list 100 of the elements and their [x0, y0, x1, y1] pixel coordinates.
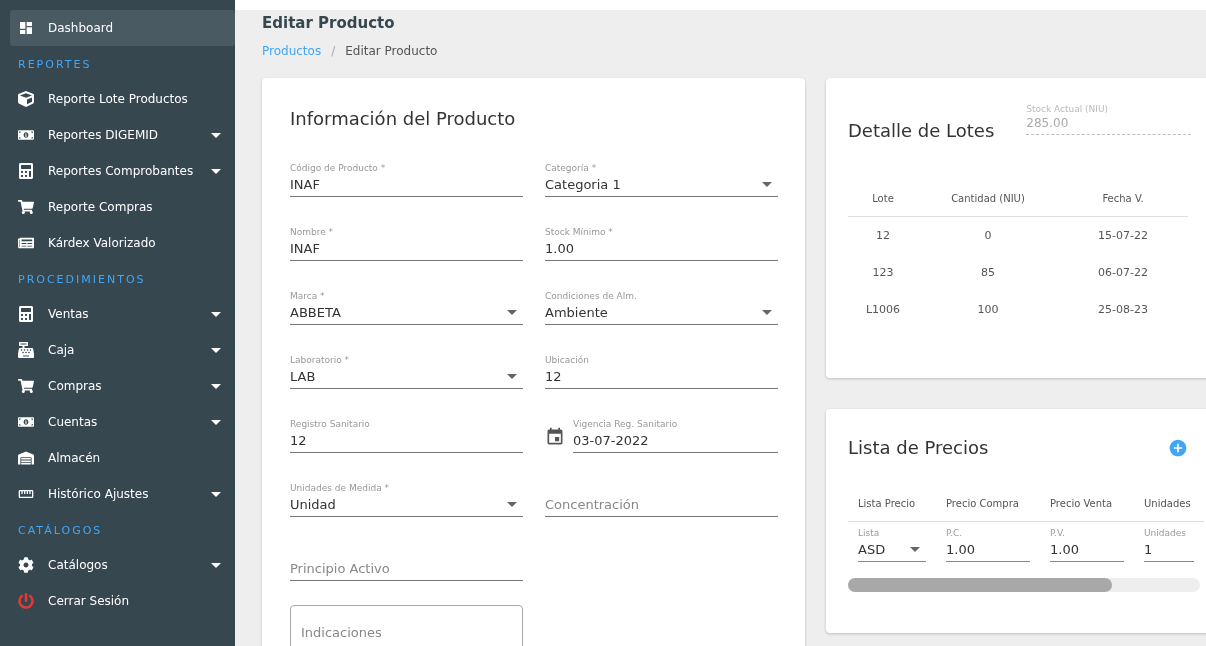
field-value: 1.00	[1050, 542, 1080, 557]
table-cell-text: 123	[871, 265, 895, 281]
caret-icon	[211, 347, 221, 353]
calculator-icon	[18, 163, 34, 179]
sidebar-item[interactable]: Histórico Ajustes	[10, 476, 235, 512]
text-area[interactable]: Indicaciones	[290, 605, 523, 646]
power-icon	[18, 593, 34, 609]
field-value: Ambiente	[545, 305, 609, 320]
sidebar-item[interactable]: Dashboard	[10, 10, 235, 46]
input-field[interactable]: P.V. 1.00	[1050, 528, 1124, 562]
column-header: Lote	[848, 181, 918, 217]
caret-icon	[507, 310, 517, 315]
field-value: Unidad	[290, 497, 337, 512]
breadcrumb-current: Editar Producto	[345, 44, 438, 58]
field-label: Stock Mínimo *	[545, 227, 614, 237]
caret-icon	[211, 311, 221, 317]
calculator-icon	[18, 306, 34, 322]
field-value: INAF	[290, 177, 321, 192]
column-header: Cantidad (NIU)	[918, 181, 1058, 217]
sidebar-item[interactable]: Almacén	[10, 440, 235, 476]
field-label: P.V.	[1050, 528, 1066, 538]
select-field[interactable]: Marca * ABBETA	[290, 277, 523, 325]
input-field[interactable]: Registro Sanitario 12	[290, 405, 523, 453]
document-icon	[18, 235, 34, 251]
caret-icon	[211, 491, 221, 497]
caret-icon	[762, 182, 772, 187]
sidebar-item[interactable]: Caja	[10, 332, 235, 368]
field-label: Ubicación	[545, 355, 590, 365]
sidebar-item[interactable]: Catálogos	[10, 547, 235, 583]
column-header: Precio Compra	[936, 486, 1040, 522]
select-field[interactable]: Categoría * Categoria 1	[545, 149, 778, 197]
table-cell-text: 15-07-22	[1097, 228, 1149, 244]
input-field[interactable]: Código de Producto * INAF	[290, 149, 523, 197]
sidebar-item[interactable]: Reporte Lote Productos	[10, 81, 235, 117]
sidebar-item[interactable]: Cerrar Sesión	[10, 583, 235, 619]
cube-icon	[18, 91, 34, 107]
caret-icon	[211, 562, 221, 568]
section-header: CATÁLOGOS	[17, 523, 104, 539]
warehouse-icon	[18, 450, 34, 466]
sidebar-item[interactable]: Kárdex Valorizado	[10, 225, 235, 261]
caret-icon	[910, 547, 920, 552]
sidebar-item[interactable]: Reporte Compras	[10, 189, 235, 225]
field-value: 1	[1144, 542, 1154, 557]
field-value: 285.00	[1026, 116, 1070, 130]
sidebar-item[interactable]: Ventas	[10, 296, 235, 332]
select-field[interactable]: Unidades de Medida * Unidad	[290, 469, 523, 517]
caret-icon	[211, 383, 221, 389]
column-header: Unidades	[1134, 486, 1204, 522]
table-cell-text: 0	[983, 228, 993, 244]
scrollbar-thumb[interactable]	[848, 578, 1112, 592]
field-label: Marca *	[290, 291, 326, 301]
sidebar-item[interactable]: Reportes Comprobantes	[10, 153, 235, 189]
sidebar-item[interactable]: Cuentas	[10, 404, 235, 440]
field-value: ASD	[858, 542, 887, 557]
sidebar-item[interactable]: Reportes DIGEMID	[10, 117, 235, 153]
input-field[interactable]: Unidades 1	[1144, 528, 1194, 562]
banknote-icon	[18, 127, 34, 143]
field-placeholder: Indicaciones	[301, 625, 382, 640]
dashboard-icon	[18, 20, 34, 36]
input-field[interactable]: Ubicación 12	[545, 341, 778, 389]
table-cell-text: 25-08-23	[1097, 302, 1149, 318]
field-label: P.C.	[946, 528, 964, 538]
field-value: 1.00	[946, 542, 976, 557]
field-value: Categoria 1	[545, 177, 622, 192]
table-cell-text: L1006	[864, 302, 902, 318]
select-field[interactable]: Condiciones de Alm. Ambiente	[545, 277, 778, 325]
field-placeholder: Principio Activo	[290, 561, 391, 576]
field-label: Condiciones de Alm.	[545, 291, 638, 301]
scrollbar-track[interactable]	[848, 578, 1200, 592]
calendar-icon[interactable]	[545, 427, 565, 447]
sidebar-item[interactable]: Compras	[10, 368, 235, 404]
column-header: Lista Precio	[848, 486, 936, 522]
banknote-icon	[18, 414, 34, 430]
field-value: LAB	[290, 369, 317, 384]
section-header: REPORTES	[17, 57, 93, 73]
input-field[interactable]: P.C. 1.00	[946, 528, 1030, 562]
caret-icon	[762, 310, 772, 315]
field-label: Código de Producto *	[290, 163, 387, 173]
input-field[interactable]: Concentración	[545, 469, 778, 517]
field-label: Laboratorio *	[290, 355, 351, 365]
table-cell-text: 06-07-22	[1097, 265, 1149, 281]
input-field[interactable]: Nombre * INAF	[290, 213, 523, 261]
section-header: PROCEDIMIENTOS	[17, 272, 147, 288]
caret-icon	[211, 132, 221, 138]
field-label: Vigencia Reg. Sanitario	[573, 419, 679, 429]
card-title: Lista de Precios	[848, 437, 989, 458]
field-label: Categoría *	[545, 163, 598, 173]
settings-icon	[18, 557, 34, 573]
input-field[interactable]: Stock Mínimo * 1.00	[545, 213, 778, 261]
select-field[interactable]: Lista ASD	[858, 528, 926, 562]
date-field[interactable]: Vigencia Reg. Sanitario 03-07-2022	[573, 405, 778, 453]
column-header: Fecha V.	[1058, 181, 1188, 217]
cart-icon	[18, 199, 34, 215]
column-header: Precio Venta	[1040, 486, 1134, 522]
field-value: 12	[545, 369, 563, 384]
input-field[interactable]: Principio Activo	[290, 533, 523, 581]
cash-register-icon	[18, 342, 34, 358]
select-field[interactable]: Laboratorio * LAB	[290, 341, 523, 389]
field-label: Unidades de Medida *	[290, 483, 391, 493]
add-button[interactable]	[1168, 437, 1188, 458]
